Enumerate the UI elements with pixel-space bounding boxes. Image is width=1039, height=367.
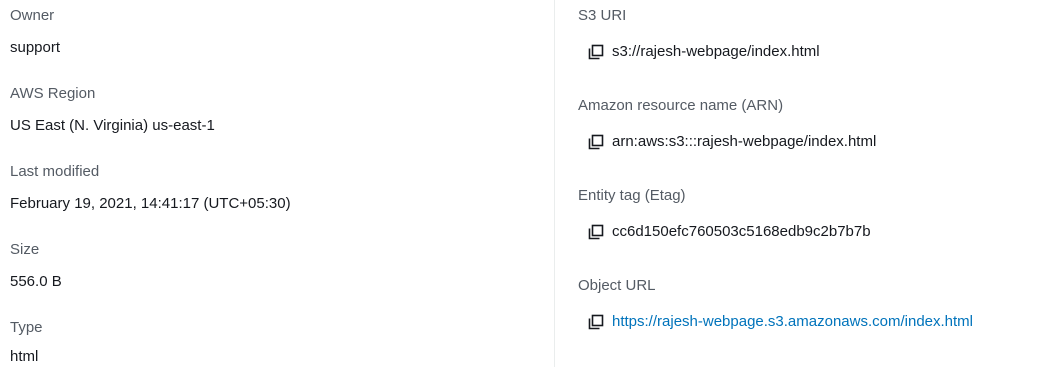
size-field: Size 556.0 B	[10, 240, 62, 292]
owner-field: Owner support	[10, 6, 60, 58]
s3-uri-label: S3 URI	[578, 7, 627, 24]
arn-label: Amazon resource name (ARN)	[578, 97, 784, 114]
owner-value: support	[10, 39, 61, 56]
etag-label: Entity tag (Etag)	[578, 187, 686, 204]
etag-row: cc6d150efc760503c5168edb9c2b7b7b	[578, 222, 871, 242]
column-divider	[554, 0, 555, 367]
copy-icon[interactable]	[588, 224, 604, 240]
arn-row: arn:aws:s3:::rajesh-webpage/index.html	[578, 132, 876, 152]
arn-value: arn:aws:s3:::rajesh-webpage/index.html	[612, 133, 877, 150]
type-value: html	[10, 348, 39, 365]
object-url-row: https://rajesh-webpage.s3.amazonaws.com/…	[578, 312, 973, 332]
s3-uri-value: s3://rajesh-webpage/index.html	[612, 43, 820, 60]
size-value: 556.0 B	[10, 273, 62, 290]
region-value: US East (N. Virginia) us-east-1	[10, 117, 215, 134]
region-label: AWS Region	[10, 85, 96, 102]
last-modified-value: February 19, 2021, 14:41:17 (UTC+05:30)	[10, 195, 291, 212]
etag-value: cc6d150efc760503c5168edb9c2b7b7b	[612, 223, 871, 240]
copy-icon[interactable]	[588, 44, 604, 60]
owner-label: Owner	[10, 7, 55, 24]
object-url-link[interactable]: https://rajesh-webpage.s3.amazonaws.com/…	[612, 312, 973, 332]
last-modified-field: Last modified February 19, 2021, 14:41:1…	[10, 162, 291, 214]
s3-uri-field: S3 URI s3://rajesh-webpage/index.html	[578, 6, 820, 62]
size-label: Size	[10, 241, 40, 258]
object-url-label: Object URL	[578, 277, 656, 294]
last-modified-label: Last modified	[10, 163, 100, 180]
copy-icon[interactable]	[588, 314, 604, 330]
type-field: Type html	[10, 318, 43, 367]
etag-field: Entity tag (Etag) cc6d150efc760503c5168e…	[578, 186, 871, 242]
s3-uri-row: s3://rajesh-webpage/index.html	[578, 42, 820, 62]
arn-field: Amazon resource name (ARN) arn:aws:s3:::…	[578, 96, 876, 152]
object-url-field: Object URL https://rajesh-webpage.s3.ama…	[578, 276, 973, 332]
copy-icon[interactable]	[588, 134, 604, 150]
type-label: Type	[10, 319, 43, 336]
region-field: AWS Region US East (N. Virginia) us-east…	[10, 84, 215, 136]
